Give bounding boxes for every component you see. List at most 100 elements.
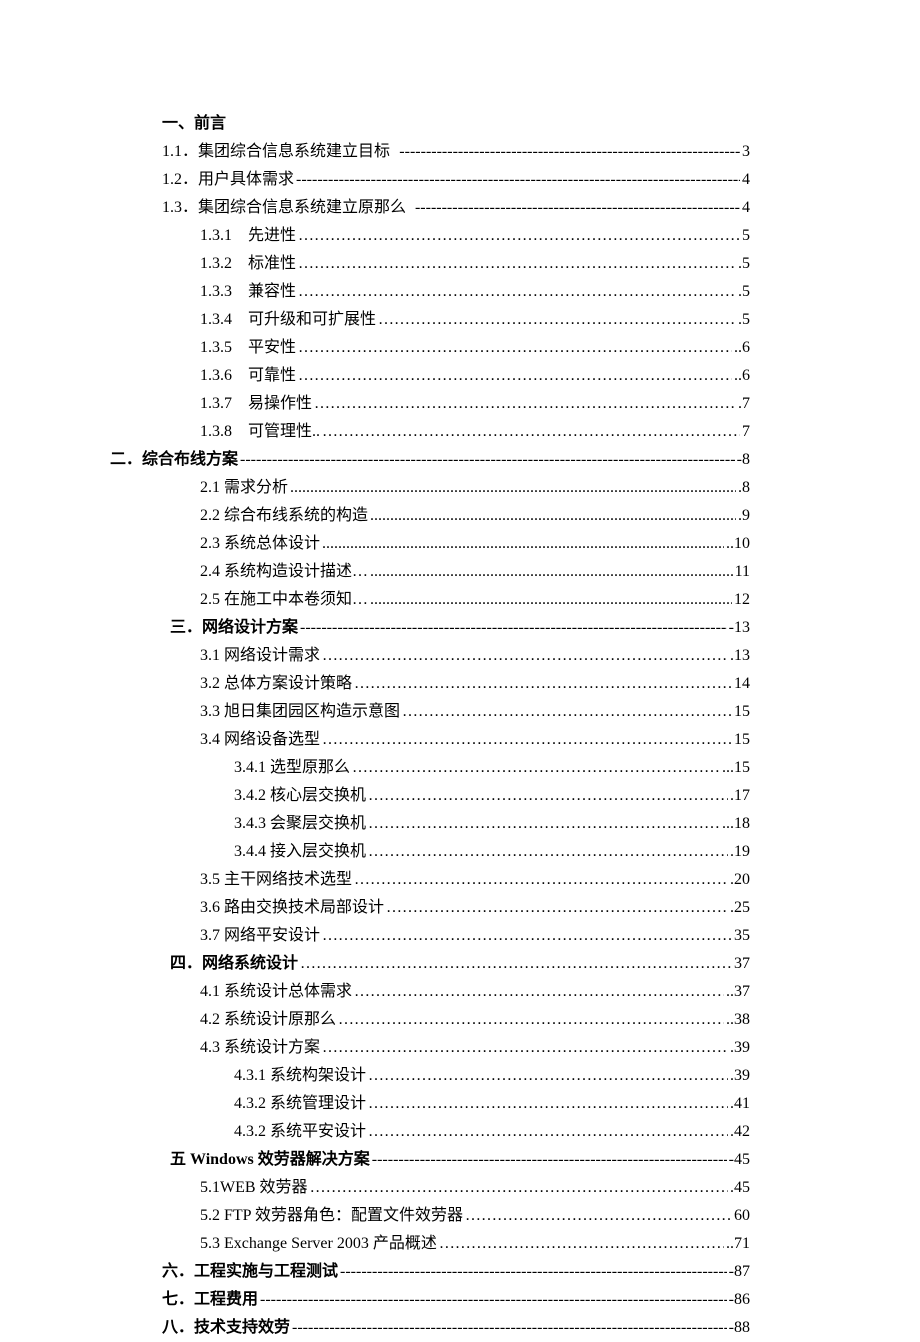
toc-entry: 1.3.4 可升级和可扩展性 .5 [150, 306, 750, 334]
toc-label: 1.3.8 可管理性.. [200, 418, 320, 446]
toc-page-number: .8 [738, 474, 750, 502]
toc-leader [465, 1202, 732, 1230]
toc-label: 1.3.5 平安性 [200, 334, 296, 362]
toc-label: 七．工程费用 [162, 1286, 258, 1314]
toc-entry: 1.3.8 可管理性.. 7 [150, 418, 750, 446]
toc-leader [370, 586, 732, 614]
toc-leader [340, 1258, 727, 1286]
toc-entry: 一、前言 [150, 110, 750, 138]
toc-leader [368, 782, 728, 810]
toc-leader [310, 1174, 728, 1202]
toc-entry: 2.3 系统总体设计..10 [150, 530, 750, 558]
toc-entry: 3.6 路由交换技术局部设计 .25 [150, 894, 750, 922]
toc-page-number: 15 [734, 726, 750, 754]
toc-page-number: 4 [742, 166, 750, 194]
toc-page-number: .25 [730, 894, 750, 922]
toc-page-number: .39 [730, 1062, 750, 1090]
toc-leader [298, 222, 740, 250]
toc-page-number: -87 [729, 1258, 750, 1286]
toc-page-number: .45 [730, 1174, 750, 1202]
toc-label: 1.3.6 可靠性 [200, 362, 296, 390]
toc-label: 三．网络设计方案 [170, 614, 298, 642]
toc-page-number: 15 [734, 698, 750, 726]
toc-label: 3.4.2 核心层交换机 [234, 782, 366, 810]
toc-entry: 1.3.3 兼容性 .5 [150, 278, 750, 306]
toc-page-number: -88 [729, 1314, 750, 1342]
toc-label: 5.1WEB 效劳器 [200, 1174, 308, 1202]
toc-label: 3.7 网络平安设计 [200, 922, 320, 950]
toc-page-number: 11 [735, 558, 750, 586]
toc-entry: 3.1 网络设计需求.13 [150, 642, 750, 670]
toc-entry: 3.7 网络平安设计35 [150, 922, 750, 950]
toc-leader [290, 474, 736, 502]
toc-label: 四．网络系统设计 [170, 950, 298, 978]
toc-entry: 3.3 旭日集团园区构造示意图15 [150, 698, 750, 726]
toc-leader [415, 194, 740, 222]
toc-leader [368, 1090, 728, 1118]
toc-page-number: .5 [738, 278, 750, 306]
toc-leader [368, 1118, 728, 1146]
toc-label: 1.3.7 易操作性 [200, 390, 312, 418]
toc-label: 1.1．集团综合信息系统建立目标 [162, 138, 390, 166]
toc-label: 4.3.2 系统管理设计 [234, 1090, 366, 1118]
toc-page-number: ..37 [726, 978, 750, 1006]
toc-page-number: .13 [730, 642, 750, 670]
toc-entry: 1.1．集团综合信息系统建立目标3 [150, 138, 750, 166]
toc-page-number: 4 [742, 194, 750, 222]
toc-label: 4.2 系统设计原那么 [200, 1006, 336, 1034]
toc-leader [354, 866, 728, 894]
toc-page-number: 5 [742, 222, 750, 250]
toc-page-number: 7 [742, 418, 750, 446]
toc-page-number: -8 [737, 446, 750, 474]
toc-label: 3.6 路由交换技术局部设计 [200, 894, 384, 922]
toc-page-number: .5 [738, 306, 750, 334]
toc-leader [402, 698, 732, 726]
toc-entry: 5.1WEB 效劳器 .45 [150, 1174, 750, 1202]
toc-label: 1.3.4 可升级和可扩展性 [200, 306, 376, 334]
toc-entry: 八．技术支持效劳-88 [150, 1314, 750, 1342]
toc-page-number: .20 [730, 866, 750, 894]
toc-page-number: .7 [738, 390, 750, 418]
toc-entry: 4.2 系统设计原那么 ..38 [150, 1006, 750, 1034]
toc-leader [399, 138, 740, 166]
toc-label: 2.4 系统构造设计描述… [200, 558, 368, 586]
toc-entry: 4.3 系统设计方案.39 [150, 1034, 750, 1062]
toc-leader [298, 362, 732, 390]
toc-entry: 3.4.4 接入层交换机.19 [150, 838, 750, 866]
toc-entry: 七．工程费用-86 [150, 1286, 750, 1314]
toc-leader [300, 614, 727, 642]
toc-leader [354, 978, 724, 1006]
toc-label: 4.1 系统设计总体需求 [200, 978, 352, 1006]
toc-label: 3.4.1 选型原那么 [234, 754, 350, 782]
toc-entry: 3.2 总体方案设计策略14 [150, 670, 750, 698]
toc-page-number: .5 [738, 250, 750, 278]
toc-entry: 2.2 综合布线系统的构造.9 [150, 502, 750, 530]
toc-label: 5.3 Exchange Server 2003 产品概述 [200, 1230, 437, 1258]
toc-label: 五 Windows 效劳器解决方案 [170, 1146, 370, 1174]
toc-entry: 1.3.1 先进性5 [150, 222, 750, 250]
toc-leader [260, 1286, 727, 1314]
table-of-contents: 一、前言1.1．集团综合信息系统建立目标31.2．用户具体需求41.3．集团综合… [150, 110, 750, 1342]
toc-page-number: 12 [734, 586, 750, 614]
toc-page-number: .19 [730, 838, 750, 866]
toc-page-number: ..71 [726, 1230, 750, 1258]
toc-label: 5.2 FTP 效劳器角色：配置文件效劳器 [200, 1202, 463, 1230]
toc-entry: 3.4.3 会聚层交换机...18 [150, 810, 750, 838]
toc-leader [322, 922, 732, 950]
toc-label: 2.3 系统总体设计 [200, 530, 320, 558]
toc-entry: 1.2．用户具体需求4 [150, 166, 750, 194]
toc-label: 3.4 网络设备选型 [200, 726, 320, 754]
toc-leader [386, 894, 728, 922]
toc-leader [298, 334, 732, 362]
toc-entry: 1.3．集团综合信息系统建立原那么4 [150, 194, 750, 222]
toc-label: 1.3.3 兼容性 [200, 278, 296, 306]
toc-leader [298, 250, 736, 278]
toc-leader [439, 1230, 724, 1258]
toc-label: 3.5 主干网络技术选型 [200, 866, 352, 894]
toc-label: 六．工程实施与工程测试 [162, 1258, 338, 1286]
toc-leader [300, 950, 732, 978]
toc-label: 1.3.2 标准性 [200, 250, 296, 278]
toc-page-number: -13 [729, 614, 750, 642]
toc-label: 2.1 需求分析 [200, 474, 288, 502]
toc-page-number: ..38 [726, 1006, 750, 1034]
